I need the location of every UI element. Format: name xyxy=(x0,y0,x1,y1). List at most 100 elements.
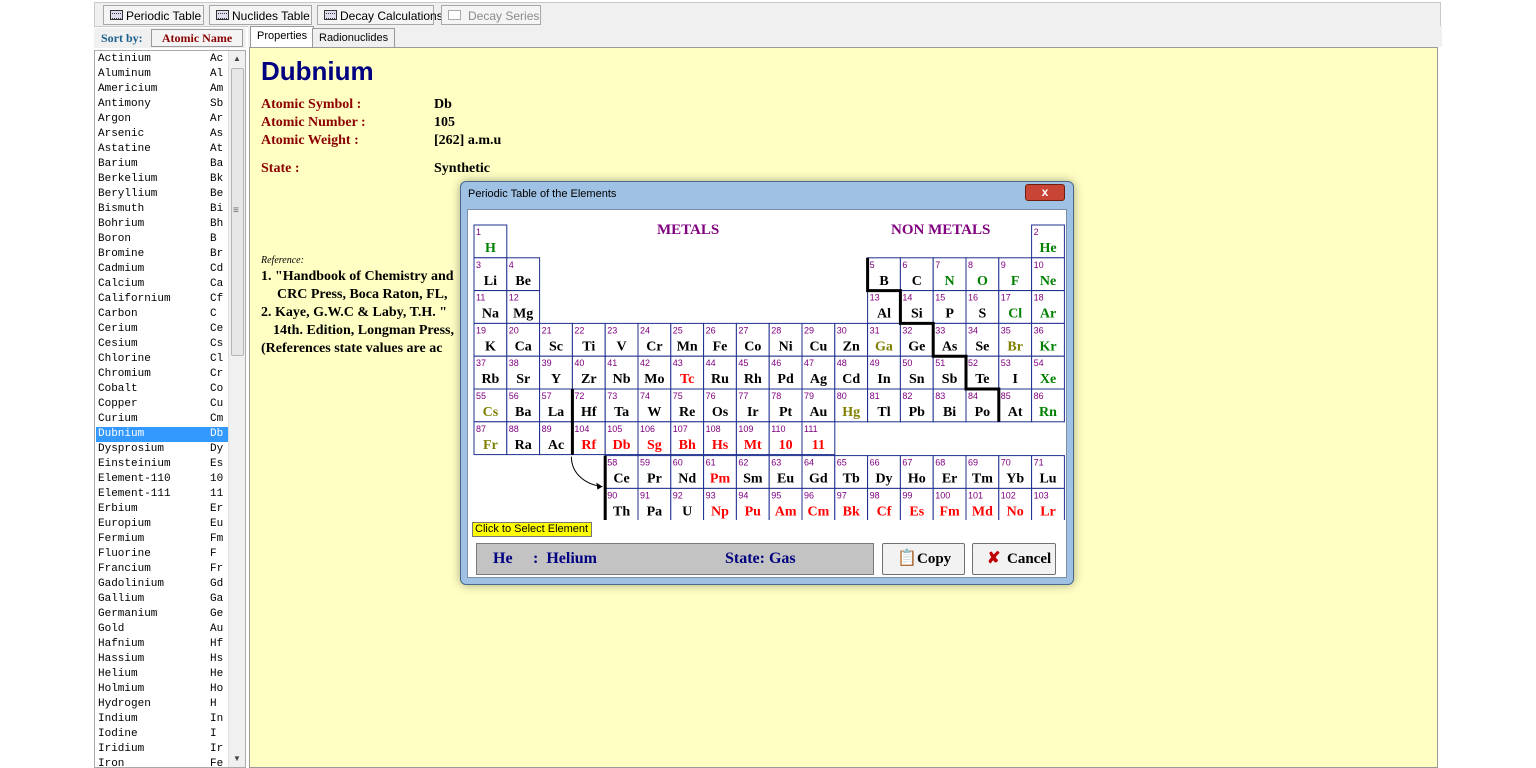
element-cell-Bi[interactable]: 83 Bi xyxy=(932,388,967,423)
list-item[interactable]: Fluorine F xyxy=(96,547,231,562)
decay-calculations-button[interactable]: Decay Calculations xyxy=(317,5,443,25)
list-item[interactable]: Cobalt Co xyxy=(96,382,231,397)
element-cell-Lr[interactable]: 103 Lr xyxy=(1031,487,1065,520)
element-cell-Ni[interactable]: 28 Ni xyxy=(768,322,803,357)
element-cell-Cu[interactable]: 29 Cu xyxy=(801,322,836,357)
element-cell-Bk[interactable]: 97 Bk xyxy=(834,487,869,520)
element-cell-Ca[interactable]: 20 Ca xyxy=(506,322,541,357)
element-cell-Hf[interactable]: 72 Hf xyxy=(571,388,606,423)
element-cell-Ti[interactable]: 22 Ti xyxy=(571,322,606,357)
element-cell-Sm[interactable]: 62 Sm xyxy=(735,455,770,489)
element-cell-Cm[interactable]: 96 Cm xyxy=(801,487,836,520)
element-cell-Sg[interactable]: 106 Sg xyxy=(637,421,672,456)
element-cell-10[interactable]: 11010 xyxy=(768,421,803,456)
element-cell-B[interactable]: 5B xyxy=(867,257,901,292)
element-cell-Se[interactable]: 34 Se xyxy=(965,322,1000,357)
list-item[interactable]: Fermium Fm xyxy=(96,532,231,547)
element-cell-Ra[interactable]: 88 Ra xyxy=(506,421,541,456)
element-cell-Es[interactable]: 99 Es xyxy=(899,487,934,520)
list-item[interactable]: Actinium Ac xyxy=(96,52,231,67)
list-item[interactable]: Germanium Ge xyxy=(96,607,231,622)
element-cell-Ta[interactable]: 73 Ta xyxy=(604,388,639,423)
scroll-down-arrow-icon[interactable]: ▼ xyxy=(229,751,245,767)
list-item[interactable]: Chlorine Cl xyxy=(96,352,231,367)
list-item[interactable]: Element-110 10 xyxy=(96,472,231,487)
list-item[interactable]: Helium He xyxy=(96,667,231,682)
element-cell-Cs[interactable]: 55 Cs xyxy=(473,388,508,423)
element-cell-Os[interactable]: 76 Os xyxy=(703,388,737,423)
list-item[interactable]: Indium In xyxy=(96,712,231,727)
element-cell-Pd[interactable]: 46 Pd xyxy=(768,355,803,390)
element-cell-Be[interactable]: 4Be xyxy=(506,257,541,292)
element-cell-N[interactable]: 7N xyxy=(932,257,967,292)
element-cell-Hs[interactable]: 108 Hs xyxy=(703,421,737,456)
list-item[interactable]: Cadmium Cd xyxy=(96,262,231,277)
element-cell-Cl[interactable]: 17 Cl xyxy=(998,290,1033,324)
element-cell-11[interactable]: 11111 xyxy=(801,421,836,456)
element-cell-In[interactable]: 49 In xyxy=(867,355,901,390)
element-cell-Al[interactable]: 13 Al xyxy=(867,290,901,324)
list-item[interactable]: Boron B xyxy=(96,232,231,247)
element-cell-La[interactable]: 57 La xyxy=(539,388,573,423)
element-cell-Ga[interactable]: 31 Ga xyxy=(867,322,901,357)
list-item[interactable]: Dubnium Db xyxy=(96,427,231,442)
element-cell-Ir[interactable]: 77 Ir xyxy=(735,388,770,423)
element-cell-Po[interactable]: 84 Po xyxy=(965,388,1000,423)
element-cell-Yb[interactable]: 70 Yb xyxy=(998,455,1033,489)
nuclides-table-button[interactable]: Nuclides Table xyxy=(209,5,312,25)
list-item[interactable]: Hydrogen H xyxy=(96,697,231,712)
element-cell-Mt[interactable]: 109 Mt xyxy=(735,421,770,456)
list-item[interactable]: Californium Cf xyxy=(96,292,231,307)
element-cell-Cr[interactable]: 24 Cr xyxy=(637,322,672,357)
element-cell-Nb[interactable]: 41 Nb xyxy=(604,355,639,390)
scroll-thumb[interactable] xyxy=(231,68,244,356)
element-cell-Er[interactable]: 68 Er xyxy=(932,455,967,489)
list-item[interactable]: Argon Ar xyxy=(96,112,231,127)
element-cell-Cd[interactable]: 48 Cd xyxy=(834,355,869,390)
element-cell-Pr[interactable]: 59 Pr xyxy=(637,455,672,489)
list-item[interactable]: Hafnium Hf xyxy=(96,637,231,652)
element-cell-Pt[interactable]: 78 Pt xyxy=(768,388,803,423)
element-cell-C[interactable]: 6C xyxy=(899,257,934,292)
list-item[interactable]: Francium Fr xyxy=(96,562,231,577)
copy-button[interactable]: 📋 Copy xyxy=(882,543,965,575)
list-item[interactable]: Beryllium Be xyxy=(96,187,231,202)
sort-by-atomic-name-button[interactable]: Atomic Name xyxy=(151,29,243,47)
list-item[interactable]: Gadolinium Gd xyxy=(96,577,231,592)
scroll-up-arrow-icon[interactable]: ▲ xyxy=(229,51,245,67)
element-cell-Lu[interactable]: 71 Lu xyxy=(1031,455,1065,489)
element-cell-Db[interactable]: 105 Db xyxy=(604,421,639,456)
element-cell-K[interactable]: 19 K xyxy=(473,322,508,357)
element-cell-Na[interactable]: 11 Na xyxy=(473,290,508,324)
element-cell-W[interactable]: 74 W xyxy=(637,388,672,423)
element-cell-Am[interactable]: 95 Am xyxy=(768,487,803,520)
element-cell-Eu[interactable]: 63 Eu xyxy=(768,455,803,489)
element-cell-He[interactable]: 2He xyxy=(1031,224,1065,259)
element-cell-Mn[interactable]: 25 Mn xyxy=(670,322,705,357)
list-item[interactable]: Bromine Br xyxy=(96,247,231,262)
close-button[interactable]: x xyxy=(1025,184,1065,201)
list-item[interactable]: Hassium Hs xyxy=(96,652,231,667)
element-cell-Sc[interactable]: 21 Sc xyxy=(539,322,573,357)
list-item[interactable]: Arsenic As xyxy=(96,127,231,142)
list-item[interactable]: Holmium Ho xyxy=(96,682,231,697)
decay-series-button[interactable]: Decay Series xyxy=(441,5,541,25)
element-cell-No[interactable]: 102 No xyxy=(998,487,1033,520)
element-cell-Xe[interactable]: 54 Xe xyxy=(1031,355,1065,390)
element-cell-Y[interactable]: 39 Y xyxy=(539,355,573,390)
element-cell-Sn[interactable]: 50 Sn xyxy=(899,355,934,390)
tab-radionuclides[interactable]: Radionuclides xyxy=(312,28,396,47)
element-cell-Sr[interactable]: 38 Sr xyxy=(506,355,541,390)
element-cell-Mg[interactable]: 12 Mg xyxy=(506,290,541,324)
list-item[interactable]: Copper Cu xyxy=(96,397,231,412)
element-cell-Md[interactable]: 101 Md xyxy=(965,487,1000,520)
element-list[interactable]: Actinium Ac Aluminum Al Americium Am Antimony S… xyxy=(94,50,246,768)
element-cell-Tl[interactable]: 81 Tl xyxy=(867,388,901,423)
list-item[interactable]: Americium Am xyxy=(96,82,231,97)
element-cell-Ce[interactable]: 58 Ce xyxy=(604,455,639,489)
list-scrollbar[interactable]: ▲ ▼ xyxy=(228,51,245,767)
list-item[interactable]: Carbon C xyxy=(96,307,231,322)
list-item[interactable]: Gold Au xyxy=(96,622,231,637)
list-item[interactable]: Element-111 11 xyxy=(96,487,231,502)
element-cell-Dy[interactable]: 66 Dy xyxy=(867,455,901,489)
